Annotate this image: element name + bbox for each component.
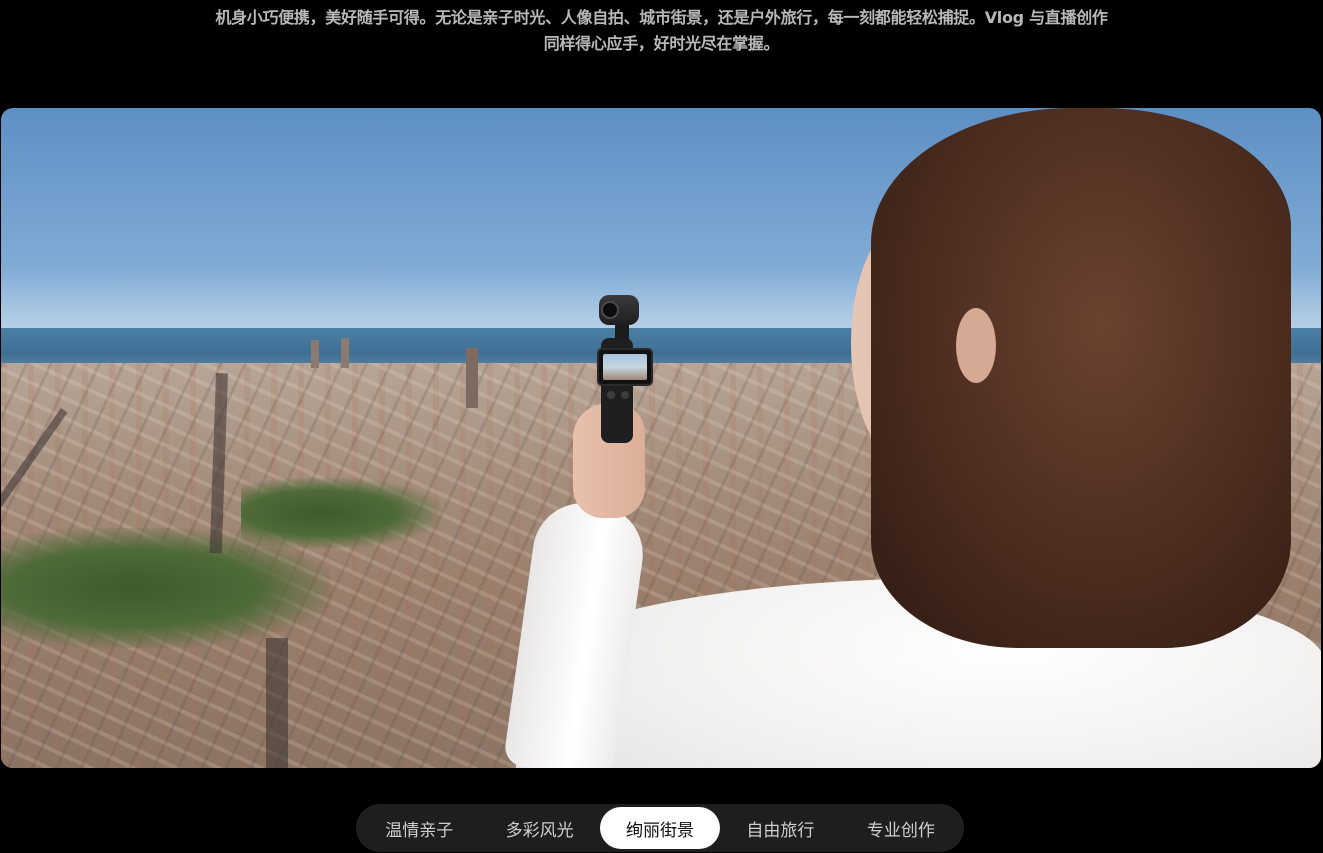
woman-ear: [956, 308, 996, 383]
tab-family[interactable]: 温情亲子: [359, 807, 479, 849]
intro-line-1: 机身小巧便携，美好随手可得。无论是亲子时光、人像自拍、城市街景，还是户外旅行，每…: [215, 8, 1108, 27]
intro-line-2: 同样得心应手，好时光尽在掌握。: [543, 34, 780, 53]
gimbal-screen-preview: [603, 354, 647, 380]
scene-tab-bar: 温情亲子 多彩风光 绚丽街景 自由旅行 专业创作: [356, 804, 964, 852]
gimbal-button: [607, 391, 615, 399]
page: 机身小巧便携，美好随手可得。无论是亲子时光、人像自拍、城市街景，还是户外旅行，每…: [0, 0, 1323, 853]
tab-travel[interactable]: 自由旅行: [720, 807, 840, 849]
intro-text: 机身小巧便携，美好随手可得。无论是亲子时光、人像自拍、城市街景，还是户外旅行，每…: [0, 5, 1323, 57]
park-area-2: [241, 478, 441, 548]
tab-street[interactable]: 绚丽街景: [599, 807, 721, 849]
gimbal-button: [621, 391, 629, 399]
tower: [341, 338, 349, 368]
tower: [311, 340, 319, 368]
city-street: [266, 638, 288, 768]
tab-pro-creation[interactable]: 专业创作: [841, 807, 961, 849]
hero-image: [1, 108, 1321, 768]
gimbal-lens-icon: [601, 301, 619, 319]
tower: [466, 348, 478, 408]
gimbal-screen: [597, 348, 653, 386]
tab-landscape[interactable]: 多彩风光: [479, 807, 599, 849]
woman-hair: [871, 108, 1291, 648]
